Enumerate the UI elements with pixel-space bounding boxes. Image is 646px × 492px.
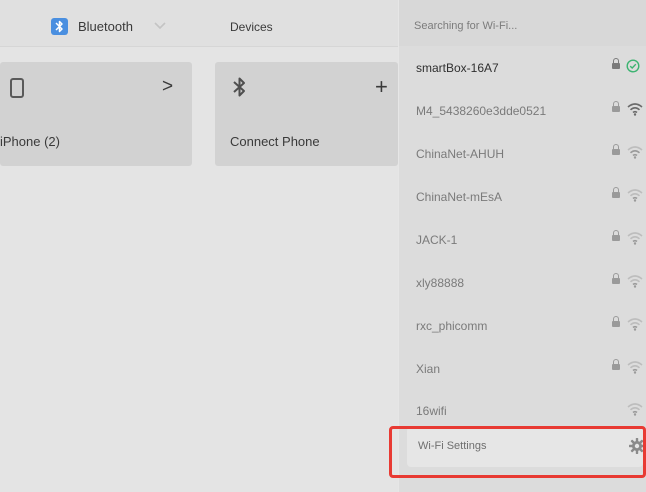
wifi-network-row[interactable]: JACK-1 [399,219,646,261]
add-device-icon[interactable]: + [375,74,388,100]
wifi-network-row[interactable]: xly88888 [399,262,646,304]
connect-phone-card[interactable]: + Connect Phone [215,62,398,166]
wifi-signal-icon [627,274,643,293]
bluetooth-tab-label[interactable]: Bluetooth [78,19,133,34]
bluetooth-panel: Bluetooth Devices > iPhone (2) + Connect… [0,0,398,492]
lock-icon [612,58,620,71]
wifi-signal-icon [627,402,643,421]
lock-icon [612,187,620,200]
lock-icon [612,316,620,329]
wifi-network-name: Xian [416,362,441,376]
wifi-network-name: ChinaNet-mEsA [416,190,503,204]
lock-icon [612,144,620,157]
wifi-network-row[interactable]: smartBox-16A7 [399,47,646,89]
bluetooth-icon [231,76,249,103]
top-bar: Bluetooth Devices [0,0,398,47]
wifi-network-name: smartBox-16A7 [416,61,499,75]
wifi-signal-icon [627,317,643,336]
wifi-dropdown: Searching for Wi-Fi... smartBox-16A7 M4_… [399,0,646,492]
device-card-label: iPhone (2) [0,134,60,149]
wifi-network-name: 16wifi [416,404,447,418]
wifi-network-name: ChinaNet-AHUH [416,147,505,161]
wifi-network-row[interactable]: M4_5438260e3dde0521 [399,90,646,132]
highlight-box [389,426,646,478]
chevron-down-icon[interactable] [149,17,171,35]
devices-heading: Devices [230,20,273,34]
lock-icon [612,230,620,243]
wifi-network-row[interactable]: ChinaNet-mEsA [399,176,646,218]
wifi-network-row[interactable]: ChinaNet-AHUH [399,133,646,175]
lock-icon [612,359,620,372]
wifi-signal-icon [627,231,643,250]
chevron-right-icon[interactable]: > [162,76,173,98]
wifi-search-header: Searching for Wi-Fi... [399,0,646,46]
wifi-search-status: Searching for Wi-Fi... [414,20,518,32]
wifi-network-row[interactable]: Xian [399,348,646,390]
wifi-network-name: JACK-1 [416,233,458,247]
wifi-signal-icon [627,145,643,164]
wifi-signal-icon [627,102,643,121]
lock-icon [612,273,620,286]
wifi-network-name: xly88888 [416,276,465,290]
connected-check-icon [626,59,640,78]
device-card-iphone[interactable]: > iPhone (2) [0,62,192,166]
wifi-network-name: rxc_phicomm [416,319,488,333]
wifi-signal-icon [627,360,643,379]
phone-icon [10,78,24,98]
bluetooth-badge-icon[interactable] [51,18,68,35]
wifi-signal-icon [627,188,643,207]
wifi-network-row[interactable]: rxc_phicomm [399,305,646,347]
lock-icon [612,101,620,114]
device-card-label: Connect Phone [230,134,320,149]
wifi-network-name: M4_5438260e3dde0521 [416,104,547,118]
